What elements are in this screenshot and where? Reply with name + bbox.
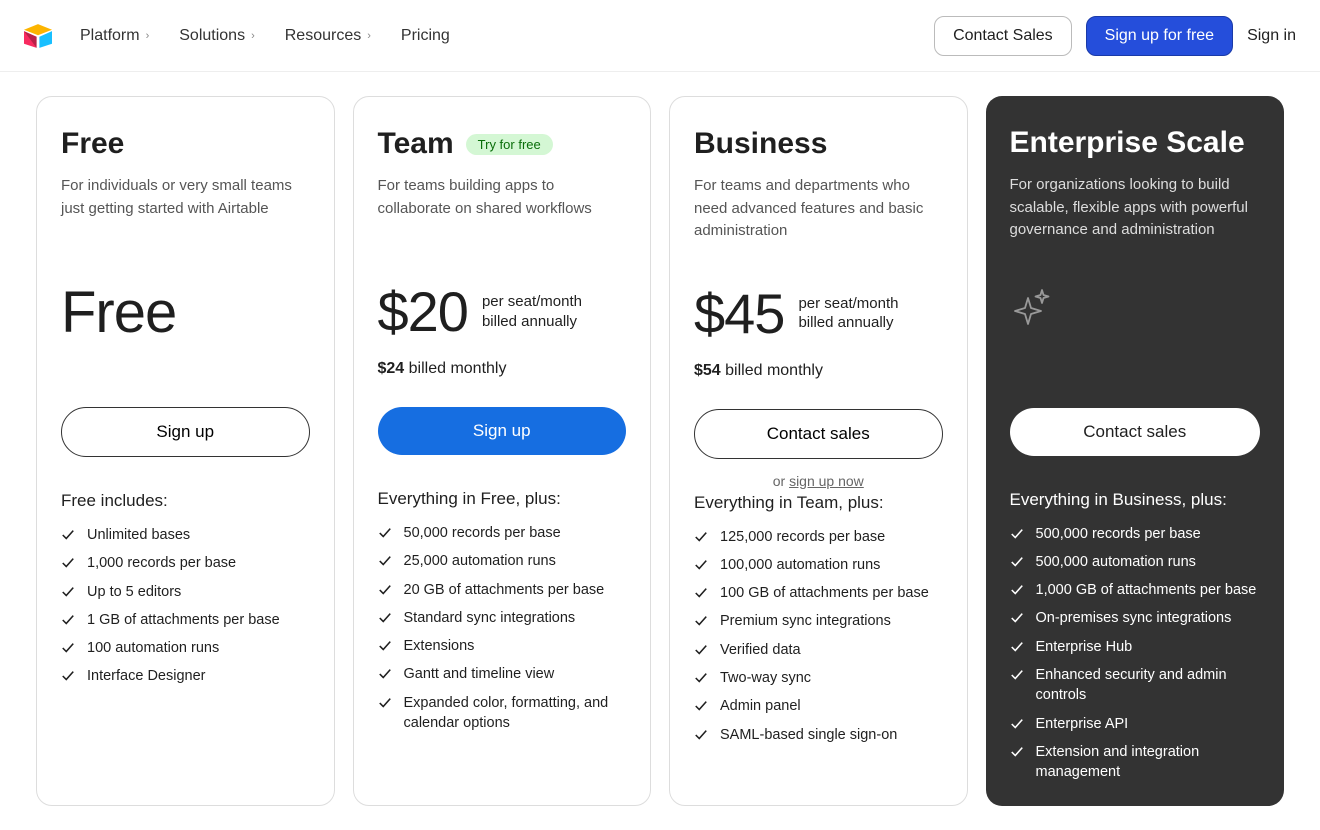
feature-item: On-premises sync integrations [1010, 608, 1261, 628]
feature-item: 100 automation runs [61, 638, 310, 658]
nav-resources[interactable]: Resources› [285, 27, 371, 45]
feature-item: Unlimited bases [61, 525, 310, 545]
sparkle-icon [1010, 284, 1261, 333]
plan-card-enterprise: Enterprise Scale For organizations looki… [986, 96, 1285, 806]
feature-item: Up to 5 editors [61, 582, 310, 602]
chevron-right-icon: › [367, 30, 371, 42]
contact-sales-button[interactable]: Contact sales [694, 409, 943, 459]
feature-item: 500,000 records per base [1010, 524, 1261, 544]
plan-name: Free [61, 127, 124, 161]
feature-item: Gantt and timeline view [378, 664, 627, 684]
feature-item: 1,000 records per base [61, 553, 310, 573]
plan-card-team: Team Try for free For teams building app… [353, 96, 652, 806]
features-list: 50,000 records per base 25,000 automation… [378, 523, 627, 733]
features-heading: Everything in Business, plus: [1010, 490, 1261, 510]
plan-desc: For organizations looking to build scala… [1010, 174, 1261, 242]
alt-signup: or sign up now [694, 473, 943, 489]
features-heading: Free includes: [61, 491, 310, 511]
feature-item: Standard sync integrations [378, 608, 627, 628]
price-unit: per seat/monthbilled annually [798, 294, 898, 333]
feature-item: 1,000 GB of attachments per base [1010, 580, 1261, 600]
feature-item: Two-way sync [694, 668, 943, 688]
nav-pricing[interactable]: Pricing [401, 27, 450, 45]
features-list: 500,000 records per base 500,000 automati… [1010, 524, 1261, 783]
signup-free-button[interactable]: Sign up for free [1086, 16, 1233, 56]
features-list: Unlimited bases 1,000 records per base Up … [61, 525, 310, 687]
feature-item: Enterprise Hub [1010, 637, 1261, 657]
plan-name: Enterprise Scale [1010, 126, 1245, 160]
pricing-grid: Free For individuals or very small teams… [0, 72, 1320, 830]
chevron-right-icon: › [146, 30, 150, 42]
contact-sales-button[interactable]: Contact Sales [934, 16, 1072, 56]
feature-item: 125,000 records per base [694, 527, 943, 547]
signup-button[interactable]: Sign up [378, 407, 627, 455]
feature-item: 20 GB of attachments per base [378, 580, 627, 600]
feature-item: Admin panel [694, 696, 943, 716]
feature-item: 500,000 automation runs [1010, 552, 1261, 572]
feature-item: Extensions [378, 636, 627, 656]
plan-name: Business [694, 127, 827, 161]
logo[interactable] [24, 24, 52, 48]
monthly-price: $24 billed monthly [378, 360, 627, 378]
try-free-badge: Try for free [466, 134, 553, 155]
header-right: Contact Sales Sign up for free Sign in [934, 16, 1296, 56]
signup-now-link[interactable]: sign up now [789, 473, 864, 489]
main-nav: Platform› Solutions› Resources› Pricing [80, 27, 450, 45]
feature-item: Enterprise API [1010, 714, 1261, 734]
feature-item: Enhanced security and admin controls [1010, 665, 1261, 706]
plan-price: Free [61, 279, 310, 346]
header-left: Platform› Solutions› Resources› Pricing [24, 24, 450, 48]
feature-item: SAML-based single sign-on [694, 725, 943, 745]
feature-item: 1 GB of attachments per base [61, 610, 310, 630]
signup-button[interactable]: Sign up [61, 407, 310, 457]
feature-item: Extension and integration management [1010, 742, 1261, 783]
feature-item: 25,000 automation runs [378, 551, 627, 571]
features-heading: Everything in Free, plus: [378, 489, 627, 509]
plan-card-business: Business For teams and departments who n… [669, 96, 968, 806]
signin-link[interactable]: Sign in [1247, 27, 1296, 45]
feature-item: 50,000 records per base [378, 523, 627, 543]
plan-card-free: Free For individuals or very small teams… [36, 96, 335, 806]
contact-sales-button[interactable]: Contact sales [1010, 408, 1261, 456]
feature-item: Expanded color, formatting, and calendar… [378, 693, 627, 734]
plan-name: Team [378, 127, 454, 161]
features-heading: Everything in Team, plus: [694, 493, 943, 513]
feature-item: 100 GB of attachments per base [694, 583, 943, 603]
plan-price: $45 [694, 281, 784, 346]
features-list: 125,000 records per base 100,000 automati… [694, 527, 943, 745]
feature-item: Premium sync integrations [694, 611, 943, 631]
plan-desc: For teams and departments who need advan… [694, 175, 943, 243]
feature-item: Verified data [694, 640, 943, 660]
price-unit: per seat/monthbilled annually [482, 292, 582, 331]
header: Platform› Solutions› Resources› Pricing … [0, 0, 1320, 72]
monthly-price: $54 billed monthly [694, 362, 943, 380]
plan-price: $20 [378, 279, 468, 344]
feature-item: Interface Designer [61, 666, 310, 686]
chevron-right-icon: › [251, 30, 255, 42]
plan-desc: For teams building apps to collaborate o… [378, 175, 627, 241]
feature-item: 100,000 automation runs [694, 555, 943, 575]
nav-platform[interactable]: Platform› [80, 27, 149, 45]
nav-solutions[interactable]: Solutions› [179, 27, 255, 45]
plan-desc: For individuals or very small teams just… [61, 175, 310, 241]
